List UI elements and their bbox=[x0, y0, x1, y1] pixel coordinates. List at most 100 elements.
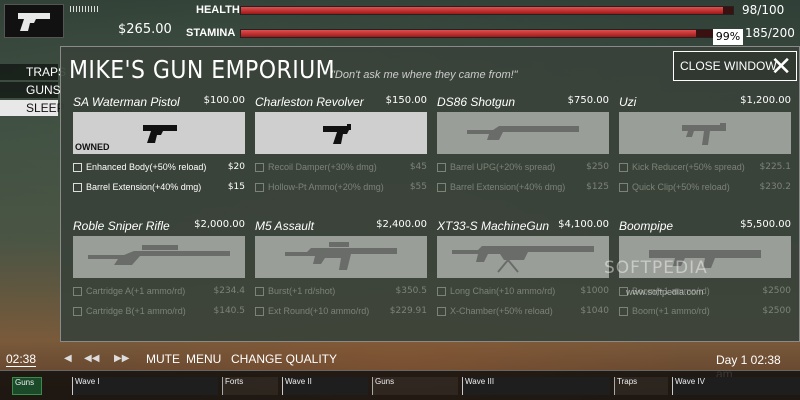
upgrade-checkbox[interactable] bbox=[437, 306, 446, 316]
weapon-price: $2,000.00 bbox=[194, 219, 245, 230]
upgrade-row[interactable]: Cartridge B(+1 ammo/rd) $140.5 bbox=[73, 304, 245, 318]
upgrade-price: $15 bbox=[227, 182, 245, 192]
timeline-segment: Wave I bbox=[72, 377, 218, 395]
upgrade-price: $2500 bbox=[762, 306, 791, 316]
weapon-card[interactable]: XT33-S MachineGun $4,100.00 Long Chain(+1… bbox=[437, 219, 609, 318]
weapon-price: $5,500.00 bbox=[740, 219, 791, 230]
weapon-image[interactable] bbox=[437, 112, 609, 154]
upgrade-checkbox[interactable] bbox=[255, 182, 264, 192]
sniper-rifle-icon bbox=[88, 245, 230, 265]
upgrade-row[interactable]: Barrel Extension(+40% dmg) $125 bbox=[437, 180, 609, 194]
upgrade-row[interactable]: Quick Clip(+50% reload) $230.2 bbox=[619, 180, 791, 194]
shop-title: MIKE'S GUN EMPORIUM bbox=[69, 55, 336, 84]
upgrade-name: Cartridge B(+1 ammo/rd) bbox=[86, 306, 186, 316]
uzi-icon bbox=[682, 123, 726, 145]
equipped-weapon[interactable] bbox=[4, 4, 64, 38]
upgrade-checkbox[interactable] bbox=[255, 306, 264, 316]
weapon-card[interactable]: SA Waterman Pistol $100.00 OWNED Enhanced… bbox=[73, 95, 245, 194]
weapon-name: XT33-S MachineGun bbox=[437, 219, 550, 233]
close-icon: ✕ bbox=[770, 51, 792, 81]
upgrade-checkbox[interactable] bbox=[437, 162, 446, 172]
health-bar bbox=[240, 6, 734, 15]
weapon-price: $4,100.00 bbox=[558, 219, 609, 230]
change-quality-button[interactable]: CHANGE QUALITY bbox=[231, 352, 337, 366]
upgrade-row[interactable]: Hollow-Pt Ammo(+20% dmg) $55 bbox=[255, 180, 427, 194]
upgrade-row[interactable]: Long Chain(+10 ammo/rd) $1000 bbox=[437, 284, 609, 298]
side-item-traps[interactable]: TRAPS bbox=[0, 64, 66, 80]
upgrade-checkbox[interactable] bbox=[437, 286, 446, 296]
stamina-value: 185/200 bbox=[745, 26, 795, 40]
upgrade-name: Ext Round(+10 ammo/rd) bbox=[268, 306, 370, 316]
game-clock-time: 02:38 bbox=[6, 352, 37, 367]
side-item-sleep[interactable]: SLEEP bbox=[0, 100, 65, 116]
upgrade-row[interactable]: Barrel UPG(+20% spread) $250 bbox=[437, 160, 609, 174]
machine-gun-icon bbox=[452, 246, 594, 273]
stamina-bar bbox=[240, 29, 734, 38]
upgrade-row[interactable]: Recoil Damper(+30% dmg) $45 bbox=[255, 160, 427, 174]
upgrade-checkbox[interactable] bbox=[619, 306, 628, 316]
upgrade-name: X-Chamber(+50% reload) bbox=[450, 306, 553, 316]
weapon-image[interactable]: OWNED bbox=[73, 112, 245, 154]
upgrade-checkbox[interactable] bbox=[73, 306, 82, 316]
upgrade-checkbox[interactable] bbox=[619, 182, 628, 192]
fast-rewind-icon[interactable]: ◀◀ bbox=[84, 353, 99, 364]
upgrade-name: Burst(+1 rd/shot) bbox=[268, 286, 336, 296]
upgrade-row[interactable]: Barrel Extension(+40% dmg) $15 bbox=[73, 180, 245, 194]
upgrade-checkbox[interactable] bbox=[73, 162, 82, 172]
weapon-image[interactable] bbox=[255, 112, 427, 154]
mute-button[interactable]: MUTE bbox=[146, 352, 180, 366]
upgrade-row[interactable]: Kick Reducer(+50% spread) $225.1 bbox=[619, 160, 791, 174]
upgrade-price: $230.2 bbox=[759, 182, 792, 192]
upgrade-checkbox[interactable] bbox=[73, 182, 82, 192]
weapon-image[interactable] bbox=[73, 236, 245, 278]
upgrade-row[interactable]: Enhanced Body(+50% reload) $20 bbox=[73, 160, 245, 174]
stamina-percent: 99% bbox=[713, 29, 743, 45]
pistol-icon bbox=[143, 125, 177, 143]
upgrade-name: Recoil Damper(+30% dmg) bbox=[268, 162, 377, 172]
side-item-guns[interactable]: GUNS bbox=[0, 82, 61, 98]
upgrade-price: $229.91 bbox=[389, 306, 427, 316]
owned-badge: OWNED bbox=[75, 142, 110, 152]
weapon-card[interactable]: Roble Sniper Rifle $2,000.00 Cartridge A(… bbox=[73, 219, 245, 318]
weapon-card[interactable]: Charleston Revolver $150.00 Recoil Damper… bbox=[255, 95, 427, 194]
weapon-price: $2,400.00 bbox=[376, 219, 427, 230]
upgrade-row[interactable]: Boom(+1 ammo/rd) $2500 bbox=[619, 304, 791, 318]
upgrade-name: Boom(+1 ammo/rd) bbox=[632, 306, 710, 316]
upgrade-row[interactable]: Ext Round(+10 ammo/rd) $229.91 bbox=[255, 304, 427, 318]
pistol-icon bbox=[18, 13, 50, 31]
upgrade-name: Quick Clip(+50% reload) bbox=[632, 182, 730, 192]
weapon-card[interactable]: DS86 Shotgun $750.00 Barrel UPG(+20% spre… bbox=[437, 95, 609, 194]
upgrade-row[interactable]: X-Chamber(+50% reload) $1040 bbox=[437, 304, 609, 318]
rewind-icon[interactable]: ◀ bbox=[64, 353, 72, 364]
assault-rifle-icon bbox=[285, 242, 397, 270]
watermark-url: www.softpedia.com bbox=[626, 287, 704, 297]
shotgun-icon bbox=[467, 126, 579, 140]
timeline-segment: Wave III bbox=[462, 377, 610, 395]
weapon-name: M5 Assault bbox=[255, 219, 314, 233]
wave-timeline: Guns Wave I Forts Wave II Guns Wave III … bbox=[0, 370, 800, 400]
upgrade-row[interactable]: Burst(+1 rd/shot) $350.5 bbox=[255, 284, 427, 298]
upgrade-row[interactable]: Cartridge A(+1 ammo/rd) $234.4 bbox=[73, 284, 245, 298]
upgrade-price: $45 bbox=[409, 162, 427, 172]
close-window-button[interactable]: CLOSE WINDOW ✕ bbox=[673, 51, 797, 81]
menu-button[interactable]: MENU bbox=[186, 352, 221, 366]
weapon-image[interactable] bbox=[255, 236, 427, 278]
upgrade-checkbox[interactable] bbox=[73, 286, 82, 296]
weapon-card[interactable]: Uzi $1,200.00 Kick Reducer(+50% spread) $2… bbox=[619, 95, 791, 194]
weapon-card[interactable]: M5 Assault $2,400.00 Burst(+1 rd/shot) $35… bbox=[255, 219, 427, 318]
health-value: 98/100 bbox=[742, 3, 785, 17]
upgrade-price: $20 bbox=[227, 162, 245, 172]
fast-forward-icon[interactable]: ▶▶ bbox=[114, 353, 129, 364]
timeline-segment: Guns bbox=[372, 377, 458, 395]
upgrade-checkbox[interactable] bbox=[437, 182, 446, 192]
upgrade-checkbox[interactable] bbox=[255, 162, 264, 172]
weapon-image[interactable] bbox=[437, 236, 609, 278]
upgrade-checkbox[interactable] bbox=[255, 286, 264, 296]
upgrade-price: $350.5 bbox=[395, 286, 428, 296]
weapon-price: $150.00 bbox=[385, 95, 427, 106]
weapon-image[interactable] bbox=[619, 112, 791, 154]
upgrade-checkbox[interactable] bbox=[619, 162, 628, 172]
upgrade-name: Barrel UPG(+20% spread) bbox=[450, 162, 556, 172]
shop-subtitle: "Don't ask me where they came from!" bbox=[331, 69, 518, 81]
upgrade-name: Barrel Extension(+40% dmg) bbox=[450, 182, 566, 192]
